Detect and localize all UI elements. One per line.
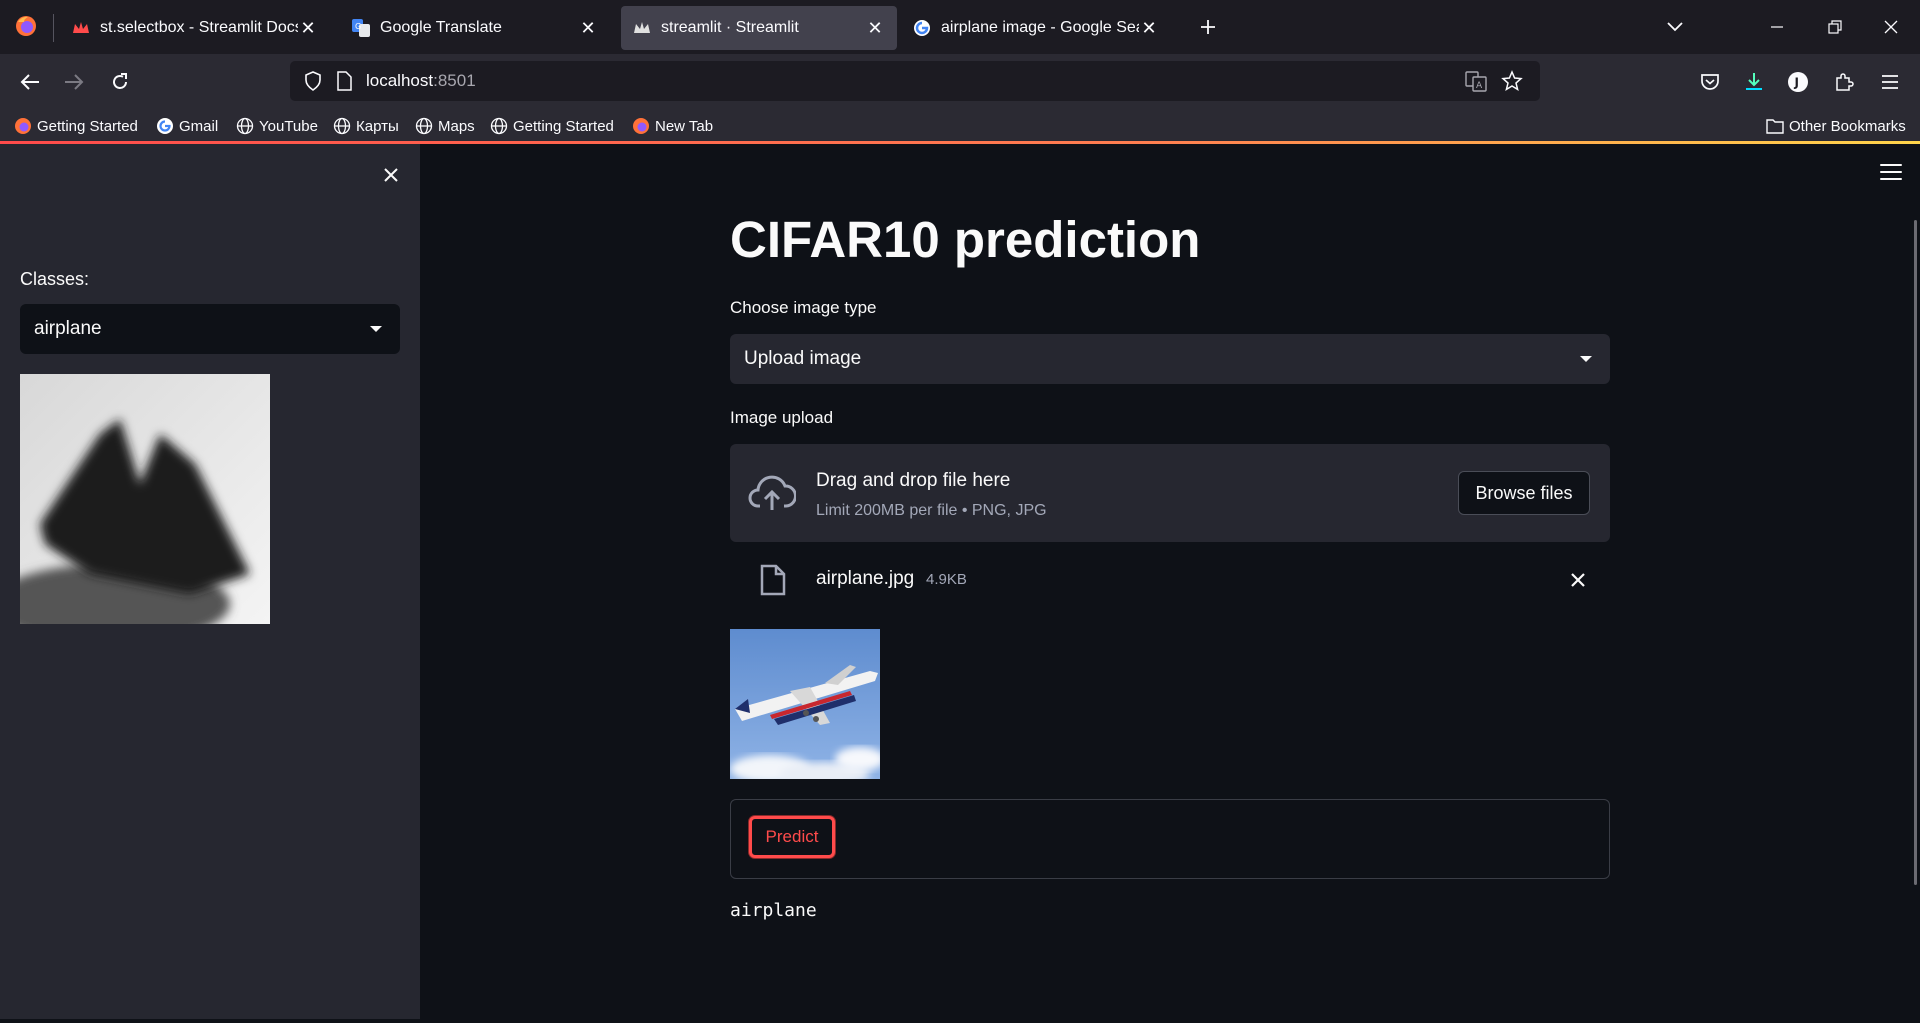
predict-button[interactable]: Predict <box>749 816 835 858</box>
minimize-window-icon[interactable] <box>1762 12 1792 42</box>
extensions-icon[interactable] <box>1828 66 1860 98</box>
streamlit-crown-icon <box>633 19 651 37</box>
close-tab-icon[interactable]: ✕ <box>865 18 885 39</box>
file-icon <box>760 564 786 596</box>
page-title: CIFAR10 prediction <box>730 211 1201 268</box>
uploaded-file-name: airplane.jpg <box>816 568 915 589</box>
chevron-down-icon <box>1580 356 1592 362</box>
firefox-icon <box>632 117 650 135</box>
address-bar[interactable]: localhost:8501 A <box>290 61 1540 101</box>
close-tab-icon[interactable]: ✕ <box>298 18 318 39</box>
classes-selectbox[interactable]: airplane <box>20 304 400 354</box>
back-arrow-icon[interactable] <box>14 66 46 98</box>
url-port: :8501 <box>433 71 476 90</box>
bookmark-label: Gmail <box>179 117 219 135</box>
bookmark-label: Maps <box>438 117 475 135</box>
browse-files-button[interactable]: Browse files <box>1458 471 1590 515</box>
google-icon <box>156 117 174 135</box>
firefox-icon <box>14 117 32 135</box>
app-menu-icon[interactable] <box>1874 66 1906 98</box>
streamlit-crown-icon <box>72 19 90 37</box>
account-initial: J <box>1794 76 1799 90</box>
bookmark-maps[interactable]: Maps <box>415 115 475 137</box>
chevron-down-icon <box>370 326 382 332</box>
tab-streamlit-app[interactable]: streamlit · Streamlit ✕ <box>621 6 897 50</box>
file-dropzone[interactable]: Drag and drop file here Limit 200MB per … <box>730 444 1610 542</box>
dropzone-title: Drag and drop file here <box>816 470 1011 491</box>
new-tab-button[interactable] <box>1193 12 1223 42</box>
bookmark-karty[interactable]: Карты <box>333 115 399 137</box>
bookmark-label: YouTube <box>259 117 318 135</box>
bookmark-label: Getting Started <box>513 117 614 135</box>
tab-google-search[interactable]: airplane image - Google Search ✕ <box>901 6 1171 50</box>
svg-text:G: G <box>355 22 361 31</box>
firefox-icon[interactable] <box>14 14 38 38</box>
main-content: CIFAR10 prediction Choose image type Upl… <box>420 144 1920 1019</box>
image-type-selected-value: Upload image <box>744 348 862 369</box>
dropzone-limits: Limit 200MB per file • PNG, JPG <box>816 502 1047 519</box>
bookmark-label: Карты <box>356 117 399 135</box>
shield-icon[interactable] <box>304 71 322 96</box>
close-window-icon[interactable] <box>1876 12 1906 42</box>
translate-icon[interactable]: A <box>1465 70 1487 97</box>
forward-arrow-icon[interactable] <box>58 66 90 98</box>
image-type-selectbox[interactable]: Upload image <box>730 334 1610 384</box>
bookmark-gmail[interactable]: Gmail <box>156 115 218 137</box>
predict-form: Predict <box>730 799 1610 879</box>
close-sidebar-icon[interactable] <box>378 162 404 188</box>
tab-streamlit-docs[interactable]: st.selectbox - Streamlit Docs ✕ <box>60 6 330 50</box>
tab-label: airplane image - Google Search <box>941 19 1139 36</box>
page-icon[interactable] <box>336 71 352 96</box>
navigation-toolbar: localhost:8501 A J <box>0 54 1920 109</box>
image-upload-label: Image upload <box>730 408 834 427</box>
reload-icon[interactable] <box>104 66 136 98</box>
close-tab-icon[interactable]: ✕ <box>578 18 598 39</box>
pocket-icon[interactable] <box>1694 66 1726 98</box>
main-menu-icon[interactable] <box>1880 164 1902 182</box>
globe-icon <box>490 117 508 135</box>
class-example-image <box>20 374 270 624</box>
tab-separator <box>53 14 54 42</box>
bookmark-label: Getting Started <box>37 117 138 135</box>
svg-text:A: A <box>1476 81 1483 91</box>
bookmark-new-tab[interactable]: New Tab <box>632 115 713 137</box>
list-all-tabs-icon[interactable] <box>1660 12 1690 42</box>
globe-icon <box>236 117 254 135</box>
tab-label: streamlit · Streamlit <box>661 19 799 36</box>
bookmark-getting-started[interactable]: Getting Started <box>14 115 138 137</box>
account-avatar[interactable]: J <box>1782 66 1814 98</box>
bookmark-getting-started-2[interactable]: Getting Started <box>490 115 614 137</box>
google-translate-icon: G <box>352 19 370 37</box>
classes-label: Classes: <box>20 269 90 289</box>
close-tab-icon[interactable]: ✕ <box>1139 18 1159 39</box>
prediction-result: airplane <box>730 900 817 921</box>
tab-google-translate[interactable]: G Google Translate ✕ <box>340 6 610 50</box>
sidebar: Classes: airplane <box>0 144 420 1019</box>
restore-window-icon[interactable] <box>1820 12 1850 42</box>
google-icon <box>913 19 931 37</box>
browser-tab-bar: st.selectbox - Streamlit Docs ✕ G Google… <box>0 0 1920 54</box>
uploaded-image-preview <box>730 629 880 779</box>
globe-icon <box>415 117 433 135</box>
globe-icon <box>333 117 351 135</box>
remove-file-icon[interactable] <box>1566 568 1590 592</box>
classes-selected-value: airplane <box>34 318 102 339</box>
folder-icon <box>1766 117 1784 135</box>
other-bookmarks-label: Other Bookmarks <box>1789 117 1906 135</box>
cloud-upload-icon <box>748 472 797 514</box>
image-type-label: Choose image type <box>730 298 877 317</box>
bookmark-label: New Tab <box>655 117 714 135</box>
url-text[interactable]: localhost:8501 <box>366 71 476 91</box>
downloads-icon[interactable] <box>1738 66 1770 98</box>
other-bookmarks[interactable]: Other Bookmarks <box>1766 115 1906 137</box>
scrollbar[interactable] <box>1914 220 1917 885</box>
tab-label: Google Translate <box>380 19 502 36</box>
tab-label: st.selectbox - Streamlit Docs <box>100 19 298 36</box>
bookmarks-toolbar: Getting Started Gmail YouTube Карты Maps… <box>0 109 1920 143</box>
url-host: localhost <box>366 71 434 90</box>
bookmark-star-icon[interactable] <box>1501 70 1523 97</box>
bookmark-youtube[interactable]: YouTube <box>236 115 318 137</box>
uploaded-file-size: 4.9KB <box>926 571 967 588</box>
